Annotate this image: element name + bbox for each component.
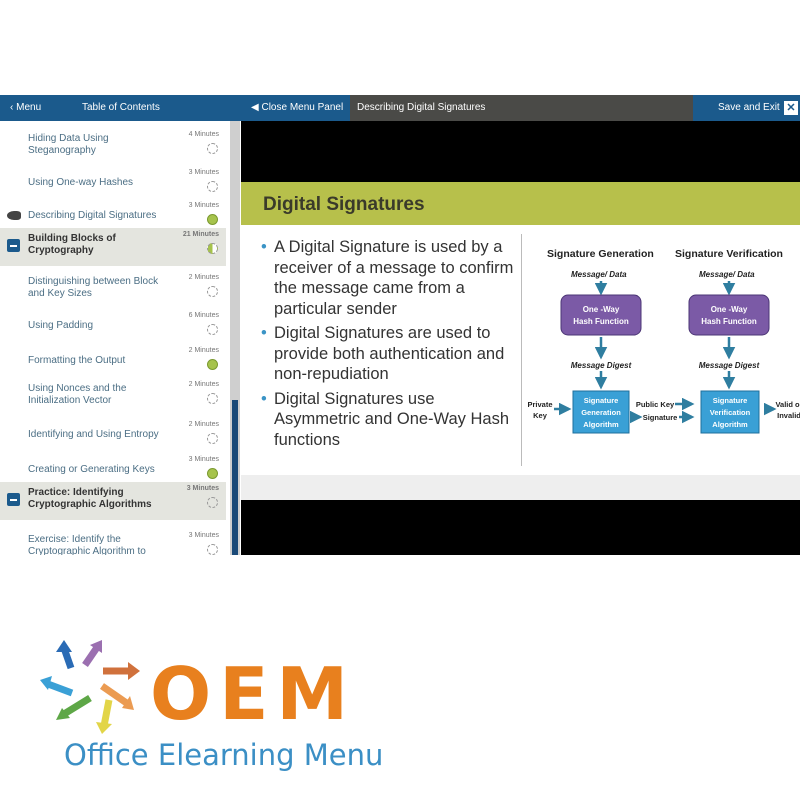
toc-item-duration: 2 Minutes (188, 347, 219, 354)
slide-title: Digital Signatures (241, 182, 800, 225)
toc-item-duration: 2 Minutes (188, 274, 219, 281)
menu-label: Menu (16, 102, 42, 113)
slide: Digital Signatures A Digital Signature i… (241, 182, 800, 500)
scrollbar-thumb[interactable] (232, 400, 238, 555)
current-lesson-title: Describing Digital Signatures (357, 102, 486, 113)
hash-box-gen (560, 294, 642, 336)
logo-mark: OEM (150, 652, 357, 736)
toc-item-duration: 3 Minutes (188, 532, 219, 539)
valid-label-1: Valid or (775, 400, 800, 409)
toc-item-duration: 21 Minutes (182, 231, 219, 238)
toc-section[interactable]: Practice: Identifying Cryptographic Algo… (0, 482, 226, 520)
valid-label-2: Invalid (777, 411, 800, 420)
hash-gen-1: One -Way (583, 305, 620, 314)
status-empty-icon (207, 286, 218, 297)
bullet: Digital Signatures use Asymmetric and On… (261, 389, 519, 451)
gen-title: Signature Generation (547, 248, 654, 260)
toc-item-duration: 4 Minutes (188, 131, 219, 138)
toc-item[interactable]: Using Padding 6 Minutes (0, 309, 226, 343)
toc-item-duration: 3 Minutes (188, 456, 219, 463)
toc-item-title: Distinguishing between Block and Key Siz… (28, 276, 159, 299)
toc-item-title: Exercise: Identify the Cryptographic Alg… (28, 534, 146, 555)
bullet: Digital Signatures are used to provide b… (261, 323, 519, 385)
toc-item-title: Building Blocks of Cryptography (28, 233, 116, 256)
toc-item-duration: 2 Minutes (188, 421, 219, 428)
status-empty-icon (207, 143, 218, 154)
toc-item-title: Using Padding (28, 320, 94, 331)
slide-footer (241, 475, 800, 500)
divider (521, 234, 522, 466)
toc-item[interactable]: Formatting the Output 2 Minutes (0, 344, 226, 378)
toc-item-title: Using One-way Hashes (28, 177, 134, 188)
status-complete-icon (207, 468, 218, 479)
toc-item-duration: 3 Minutes (188, 169, 219, 176)
toc-item-duration: 6 Minutes (188, 312, 219, 319)
top-nav-bar: ‹ Menu Table of Contents ◀ Close Menu Pa… (0, 95, 800, 121)
toc-item-title: Using Nonces and the Initialization Vect… (28, 383, 127, 406)
toc-item-title: Describing Digital Signatures (28, 210, 157, 221)
status-partial-icon (207, 243, 218, 254)
save-exit-button[interactable]: Save and Exit (718, 102, 780, 113)
ver-title: Signature Verification (675, 248, 783, 260)
gen-algo-1: Signature (584, 396, 619, 405)
status-empty-icon (207, 433, 218, 444)
status-complete-icon (207, 214, 218, 225)
public-key-label: Public Key (636, 400, 675, 409)
bullet: A Digital Signature is used by a receive… (261, 237, 519, 319)
close-menu-panel-label: Close Menu Panel (261, 102, 344, 113)
toc-item[interactable]: Exercise: Identify the Cryptographic Alg… (0, 529, 226, 555)
hash-gen-2: Hash Function (573, 317, 629, 326)
toc-item[interactable]: Using Nonces and the Initialization Vect… (0, 378, 226, 416)
ver-algo-1: Signature (713, 396, 748, 405)
toc-item-title: Creating or Generating Keys (28, 464, 155, 475)
status-empty-icon (207, 544, 218, 555)
toc-item-duration: 3 Minutes (188, 202, 219, 209)
oem-logo-arrows-icon (40, 640, 140, 734)
toc-item-duration: 2 Minutes (188, 381, 219, 388)
private-key-2: Key (533, 411, 548, 420)
ver-msg: Message/ Data (699, 270, 755, 279)
private-key-1: Private (527, 400, 552, 409)
hash-ver-1: One -Way (711, 305, 748, 314)
toc-item-title: Practice: Identifying Cryptographic Algo… (28, 487, 152, 510)
status-complete-icon (207, 359, 218, 370)
toc-item[interactable]: Hiding Data Using Steganography 4 Minutes (0, 128, 226, 162)
hash-box-ver (688, 294, 770, 336)
toc-item-title: Identifying and Using Entropy (28, 429, 159, 440)
status-empty-icon (207, 497, 218, 508)
gen-algo-3: Algorithm (583, 420, 619, 429)
status-empty-icon (207, 324, 218, 335)
digest-ver: Message Digest (699, 361, 760, 370)
slide-stage: Digital Signatures A Digital Signature i… (241, 121, 800, 555)
toc-list: Hiding Data Using Steganography 4 Minutes… (0, 121, 240, 555)
collapse-icon[interactable] (7, 239, 20, 252)
close-icon[interactable]: ✕ (784, 101, 798, 115)
menu-button[interactable]: ‹ Menu (10, 102, 41, 113)
toc-item-title: Formatting the Output (28, 355, 126, 366)
toc-item-title: Hiding Data Using Steganography (28, 133, 109, 156)
toc-item-duration: 3 Minutes (186, 485, 219, 492)
signature-label: Signature (643, 413, 678, 422)
ver-algo-2: Verification (710, 408, 751, 417)
current-pointer-icon (7, 211, 21, 220)
close-menu-panel-button[interactable]: ◀ Close Menu Panel (251, 102, 343, 113)
status-empty-icon (207, 393, 218, 404)
toc-item[interactable]: Distinguishing between Block and Key Siz… (0, 271, 226, 305)
status-empty-icon (207, 181, 218, 192)
digest-gen: Message Digest (571, 361, 632, 370)
ver-algo-3: Algorithm (712, 420, 748, 429)
hash-ver-2: Hash Function (701, 317, 757, 326)
bullet-list: A Digital Signature is used by a receive… (261, 237, 519, 454)
signature-diagram: Signature Generation Signature Verificat… (527, 248, 800, 434)
toc-item[interactable]: Identifying and Using Entropy 2 Minutes (0, 418, 226, 452)
current-lesson-tab: Describing Digital Signatures (350, 95, 693, 121)
gen-msg: Message/ Data (571, 270, 627, 279)
logo-name: Office Elearning Menu (64, 738, 384, 772)
collapse-icon[interactable] (7, 493, 20, 506)
toc-item[interactable]: Using One-way Hashes 3 Minutes (0, 166, 226, 200)
toc-heading: Table of Contents (82, 102, 160, 113)
gen-algo-2: Generation (581, 408, 621, 417)
toc-section[interactable]: Building Blocks of Cryptography 21 Minute… (0, 228, 226, 266)
